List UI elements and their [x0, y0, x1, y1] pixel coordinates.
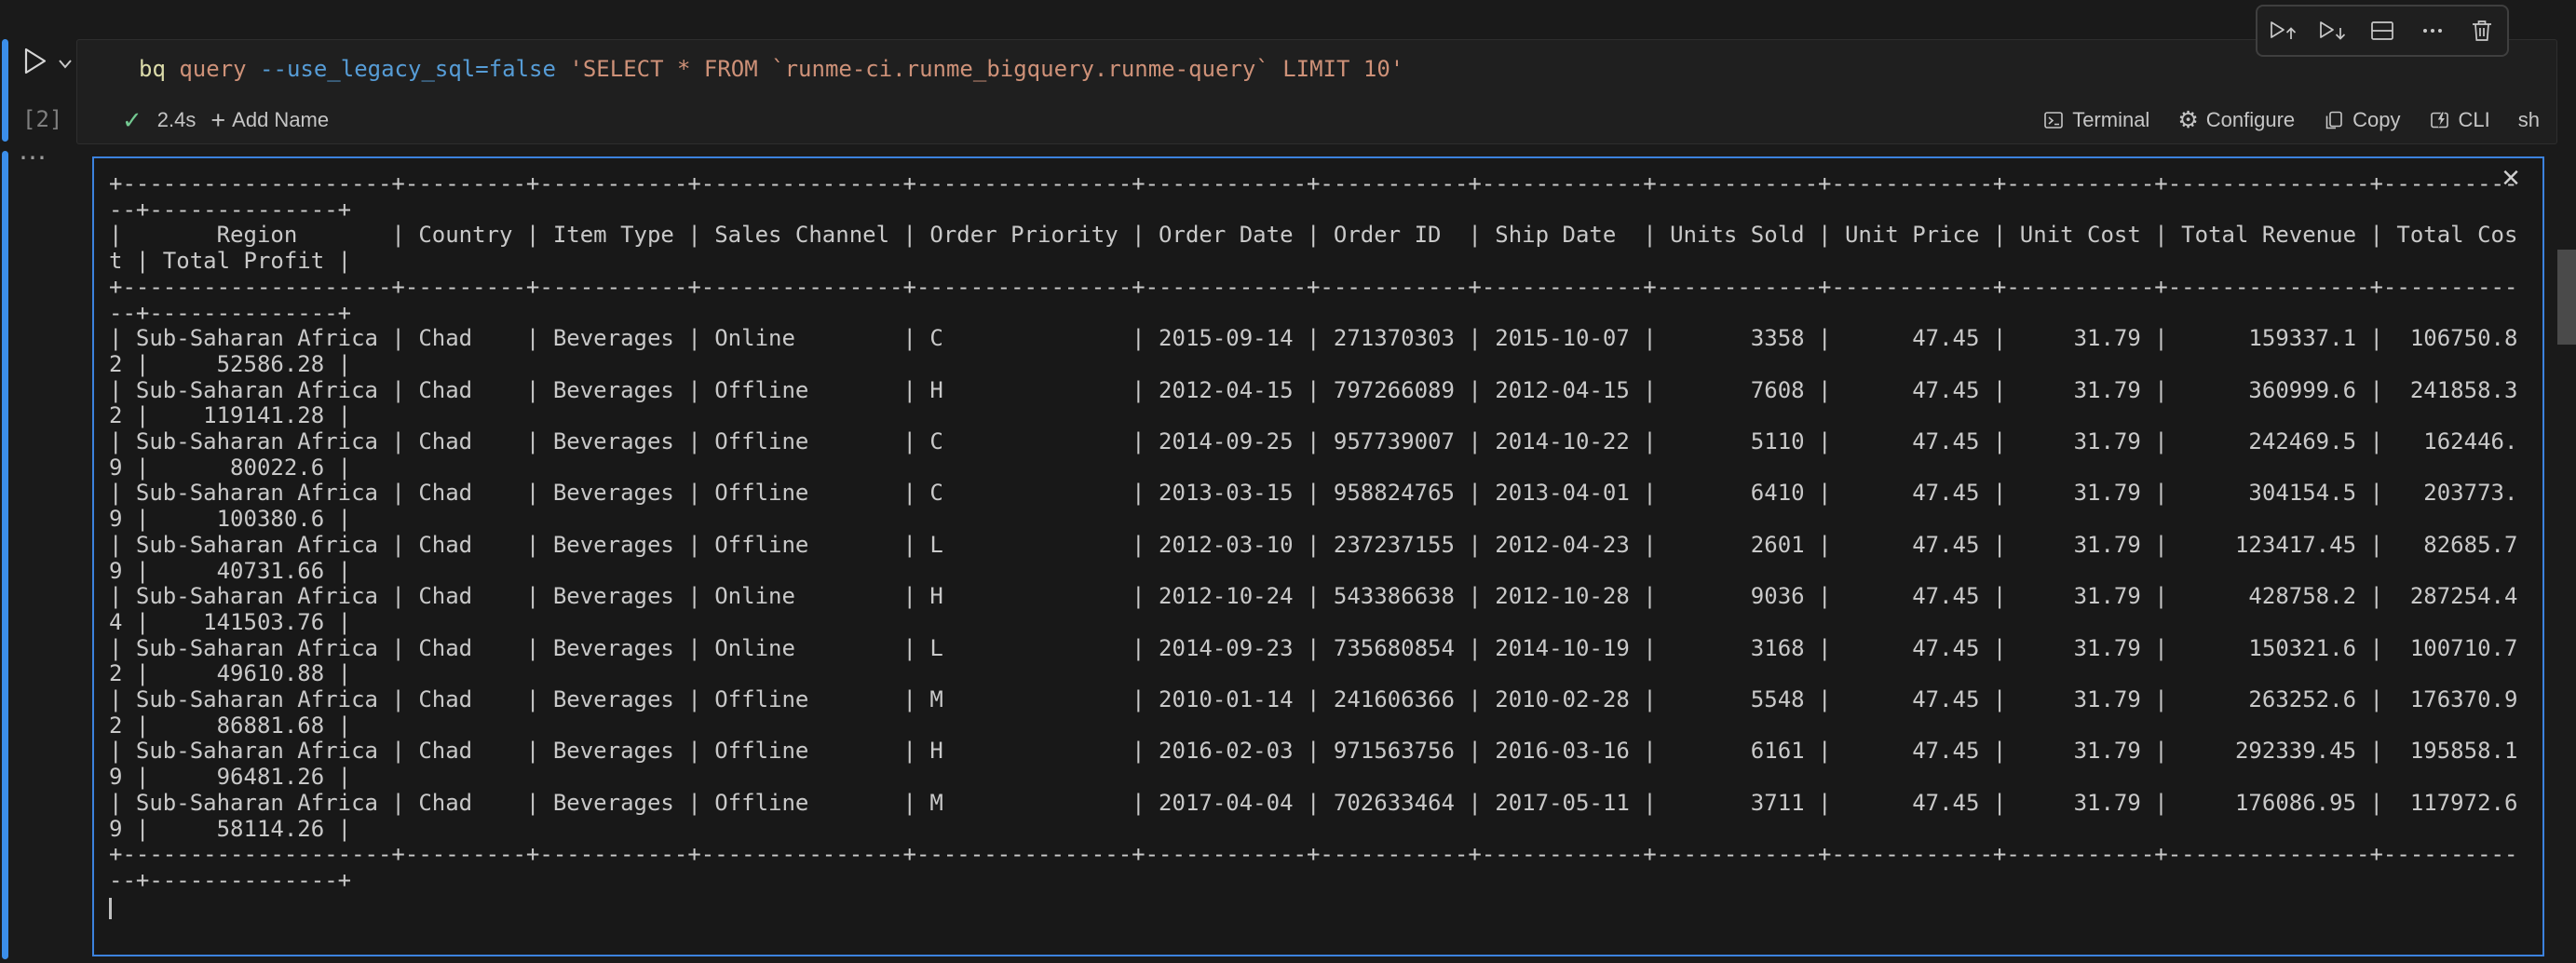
gear-icon: ⚙	[2177, 110, 2198, 130]
execution-count: [2]	[22, 106, 62, 132]
plus-icon: +	[210, 111, 225, 129]
cell-focus-bar	[2, 39, 8, 142]
copy-icon	[2323, 109, 2345, 131]
output-ellipsis-icon[interactable]: ⋯	[19, 142, 49, 174]
execution-duration: 2.4s	[157, 108, 197, 132]
cell-toolbar	[2256, 5, 2509, 57]
run-below-icon[interactable]	[2310, 10, 2354, 51]
cell-status-bar: ✓ 2.4s + Add Name Terminal ⚙ Configure C…	[77, 101, 2556, 140]
language-label[interactable]: sh	[2518, 108, 2540, 132]
run-cell-button[interactable]	[17, 43, 54, 80]
configure-button[interactable]: ⚙ Configure	[2177, 108, 2295, 132]
close-icon[interactable]: ×	[2501, 162, 2520, 194]
trash-icon[interactable]	[2460, 10, 2504, 51]
terminal-output[interactable]: +--------------------+---------+--------…	[92, 156, 2544, 956]
cli-icon	[2429, 109, 2451, 131]
cli-button[interactable]: CLI	[2429, 108, 2490, 132]
editor-scrollbar[interactable]	[2557, 250, 2576, 345]
terminal-text: +--------------------+---------+--------…	[109, 171, 2517, 919]
ellipsis-icon[interactable]	[2410, 10, 2455, 51]
run-above-icon[interactable]	[2260, 10, 2305, 51]
terminal-button[interactable]: Terminal	[2042, 108, 2149, 132]
check-icon: ✓	[122, 106, 142, 135]
split-cell-icon[interactable]	[2360, 10, 2405, 51]
run-options-chevron-down-icon[interactable]	[58, 58, 73, 69]
cell-command[interactable]: bq query --use_legacy_sql=false 'SELECT …	[77, 40, 2556, 83]
copy-button[interactable]: Copy	[2323, 108, 2400, 132]
output-focus-bar	[2, 151, 8, 959]
notebook-cell: bq query --use_legacy_sql=false 'SELECT …	[76, 39, 2557, 144]
terminal-icon	[2042, 109, 2065, 131]
add-name-button[interactable]: + Add Name	[210, 108, 329, 132]
terminal-cursor	[109, 898, 112, 919]
